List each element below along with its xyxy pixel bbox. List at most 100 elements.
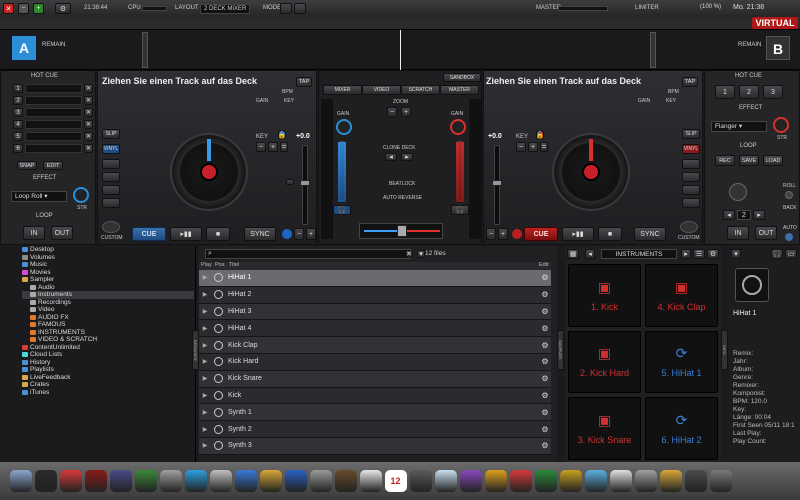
dock-app-icon[interactable]: [34, 470, 57, 492]
deck-b-pad-3[interactable]: [682, 185, 700, 195]
dock-app-icon[interactable]: [634, 470, 657, 492]
deck-a-pad-4[interactable]: [102, 198, 120, 208]
deck-a-custom-knob[interactable]: [102, 221, 120, 233]
deck-a-tap-button[interactable]: TAP: [296, 77, 312, 87]
gear-icon[interactable]: ⚙: [539, 408, 551, 417]
deck-b-tap-button[interactable]: TAP: [682, 77, 698, 87]
dock-app-icon[interactable]: [9, 470, 32, 492]
gear-icon[interactable]: ⚙: [539, 425, 551, 434]
deck-a-pitch-nudge[interactable]: [286, 179, 294, 185]
dock-app-icon[interactable]: [234, 470, 257, 492]
zoom-plus[interactable]: +: [401, 107, 411, 117]
info-page-icon[interactable]: ▭: [785, 249, 797, 259]
left-hotcue-slot[interactable]: [25, 108, 82, 117]
dock-app-icon[interactable]: [534, 470, 557, 492]
tab-video[interactable]: VIDEO: [362, 85, 401, 95]
sampler-pad[interactable]: ⟳ 5. HiHat 1: [645, 330, 718, 394]
row-load-icon[interactable]: [213, 273, 223, 283]
mode-button-1[interactable]: [280, 3, 292, 14]
deck-b-pitch-fader[interactable]: [492, 145, 502, 225]
deck-a-jogwheel[interactable]: [170, 133, 248, 211]
gain-knob-left[interactable]: [336, 119, 352, 135]
folder-item[interactable]: Cloud Lists: [22, 351, 194, 359]
row-load-icon[interactable]: [213, 374, 223, 384]
left-loop-in-button[interactable]: IN: [23, 226, 45, 240]
loop-knob[interactable]: [729, 183, 747, 201]
tab-mixer[interactable]: MIXER: [323, 85, 362, 95]
sampler-pad[interactable]: ▣ 1. Kick: [568, 264, 641, 327]
dock-app-icon[interactable]: [659, 470, 682, 492]
row-play-icon[interactable]: ▶: [199, 375, 211, 382]
sampler-prev-icon[interactable]: ◂: [585, 249, 595, 259]
table-row[interactable]: ▶ Synth 3 ⚙: [199, 437, 551, 455]
dock-app-icon[interactable]: [459, 470, 482, 492]
edit-button[interactable]: EDIT: [43, 161, 63, 170]
dock-app-icon[interactable]: [209, 470, 232, 492]
row-load-icon[interactable]: [213, 390, 223, 400]
dock-app-icon[interactable]: [584, 470, 607, 492]
left-loop-out-button[interactable]: OUT: [51, 226, 73, 240]
deck-b-pitch-plus[interactable]: +: [498, 228, 508, 240]
folder-item[interactable]: LiveFeedback: [22, 374, 194, 382]
close-icon[interactable]: ✕: [84, 120, 93, 129]
row-play-icon[interactable]: ▶: [199, 392, 211, 399]
minimize-icon[interactable]: −: [18, 3, 29, 14]
crossfader-handle[interactable]: [397, 225, 407, 237]
folder-item[interactable]: Audio: [22, 284, 194, 292]
dock-app-icon[interactable]: [109, 470, 132, 492]
folder-item[interactable]: Movies: [22, 269, 194, 277]
volume-fader-right[interactable]: [456, 141, 464, 202]
layout-select[interactable]: 2 DECK MIXER: [200, 4, 251, 14]
maximize-icon[interactable]: +: [33, 3, 44, 14]
right-loop-out-button[interactable]: OUT: [755, 226, 777, 240]
deck-b-stop-button[interactable]: ■: [598, 227, 622, 241]
settings-gear-icon[interactable]: ⚙: [55, 3, 71, 14]
left-hotcue-number[interactable]: 5: [13, 132, 23, 141]
rec-button[interactable]: REC: [715, 155, 735, 166]
row-load-icon[interactable]: [213, 290, 223, 300]
row-play-icon[interactable]: ▶: [199, 274, 211, 281]
volume-fader-left[interactable]: [338, 141, 346, 202]
info-headphone-icon[interactable]: 🎧: [771, 249, 783, 259]
gear-icon[interactable]: ⚙: [539, 357, 551, 366]
deck-b-vinyl-button[interactable]: VINYL: [682, 144, 700, 154]
row-play-icon[interactable]: ▶: [199, 358, 211, 365]
table-row[interactable]: ▶ HiHat 4 ⚙: [199, 320, 551, 338]
gear-icon[interactable]: ⚙: [539, 441, 551, 450]
deck-b-pitch-minus[interactable]: −: [486, 228, 496, 240]
search-clear-icon[interactable]: ✕: [405, 250, 413, 258]
dock-app-icon[interactable]: [684, 470, 707, 492]
table-row[interactable]: ▶ Kick ⚙: [199, 387, 551, 405]
dock-app-icon[interactable]: [59, 470, 82, 492]
row-load-icon[interactable]: [213, 357, 223, 367]
gear-icon[interactable]: ⚙: [539, 324, 551, 333]
table-row[interactable]: ▶ HiHat 1 ⚙: [199, 270, 551, 287]
dock-app-icon[interactable]: [309, 470, 332, 492]
left-effect-knob[interactable]: [73, 187, 89, 203]
col-title[interactable]: Titel: [229, 262, 239, 268]
close-icon[interactable]: ✕: [84, 96, 93, 105]
crossfader-track[interactable]: [359, 223, 443, 239]
deck-a-key-minus[interactable]: −: [256, 142, 266, 152]
row-play-icon[interactable]: ▶: [199, 325, 211, 332]
sampler-settings-icon[interactable]: ⚙: [707, 249, 719, 259]
sampler-pad[interactable]: ▣ 2. Kick Hard: [568, 330, 641, 394]
right-effect-select[interactable]: Flanger ▾: [711, 121, 767, 132]
deck-a-sync-button[interactable]: SYNC: [244, 227, 276, 241]
dock-app-icon[interactable]: [284, 470, 307, 492]
deck-a-pitch-fader[interactable]: [300, 145, 310, 225]
folder-item[interactable]: AUDIO FX: [22, 314, 194, 322]
col-play[interactable]: Play: [201, 262, 212, 268]
row-load-icon[interactable]: [213, 306, 223, 316]
folder-item[interactable]: Video: [22, 306, 194, 314]
sandbox-button[interactable]: SANDBOX: [443, 73, 481, 82]
deck-a-cue-button[interactable]: CUE: [132, 227, 166, 241]
sampler-pad[interactable]: ▣ 4. Kick Clap: [645, 264, 718, 327]
left-hotcue-slot[interactable]: [25, 144, 82, 153]
folder-item[interactable]: ContentUnlimited: [22, 344, 194, 352]
right-loop-in-button[interactable]: IN: [727, 226, 749, 240]
gain-knob-right[interactable]: [450, 119, 466, 135]
gear-icon[interactable]: ⚙: [539, 374, 551, 383]
row-play-icon[interactable]: ▶: [199, 342, 211, 349]
gear-icon[interactable]: ⚙: [539, 307, 551, 316]
